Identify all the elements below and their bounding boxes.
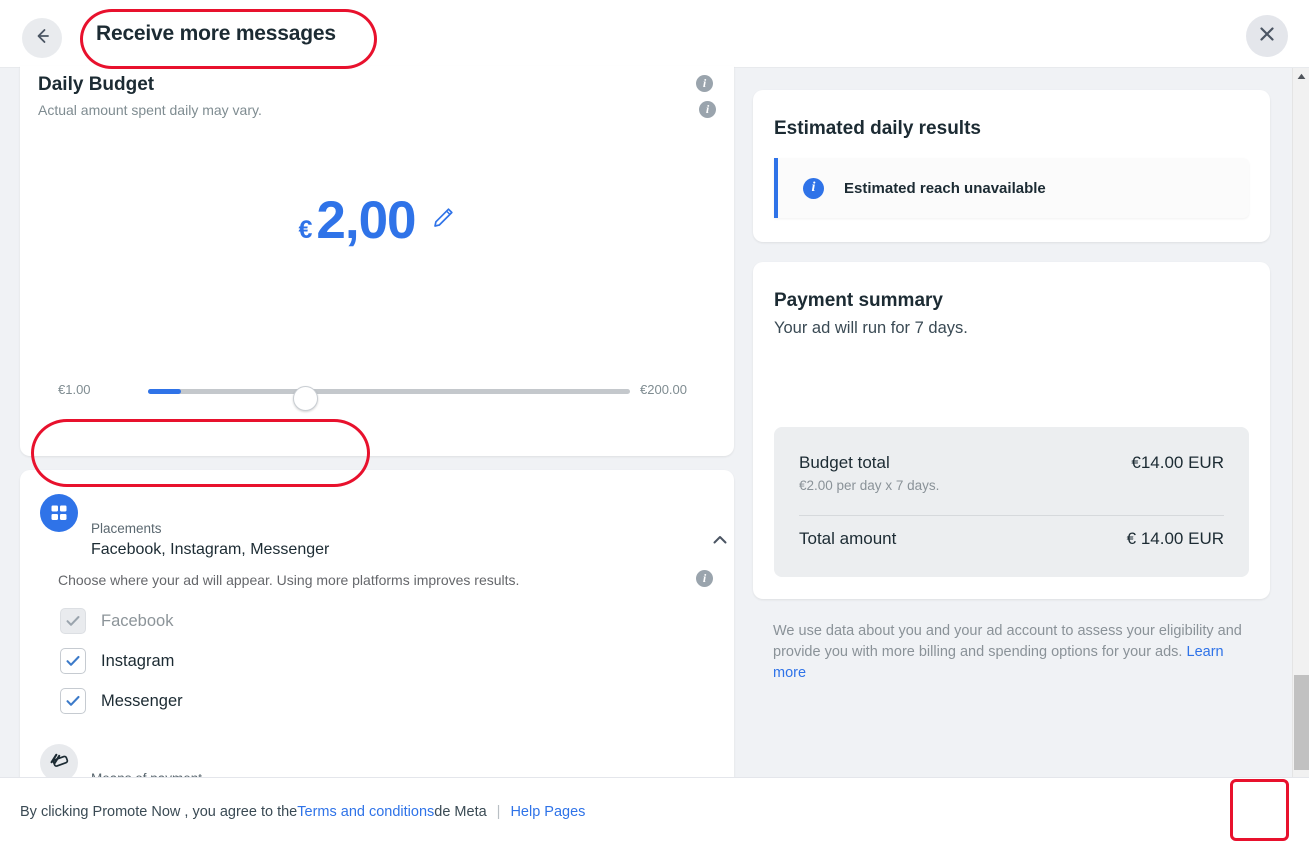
daily-budget-card: Daily Budget Actual amount spent daily m… <box>20 66 734 456</box>
arrow-left-icon <box>32 26 52 51</box>
checkbox-checked-icon[interactable] <box>60 648 86 674</box>
vertical-scrollbar[interactable] <box>1292 68 1309 777</box>
dialog-body: Daily Budget Actual amount spent daily m… <box>0 66 1309 820</box>
slider-fill <box>148 389 181 394</box>
page-title: Receive more messages <box>96 22 336 45</box>
estimated-results-title: Estimated daily results <box>774 118 981 139</box>
help-pages-link[interactable]: Help Pages <box>510 804 585 820</box>
payment-summary-row: Total amount € 14.00 EUR <box>799 529 1224 549</box>
payment-summary-box: Budget total €14.00 EUR €2.00 per day x … <box>774 427 1249 577</box>
info-icon[interactable]: i <box>696 570 713 587</box>
grid-icon <box>40 494 78 532</box>
placement-option-label: Facebook <box>101 611 174 630</box>
pencil-icon[interactable] <box>430 205 456 236</box>
dialog-header: Receive more messages <box>0 0 1309 68</box>
placement-option-instagram[interactable]: Instagram <box>60 648 174 674</box>
placement-option-messenger[interactable]: Messenger <box>60 688 183 714</box>
info-icon[interactable]: i <box>696 75 713 92</box>
chevron-up-icon[interactable] <box>710 530 730 555</box>
placement-option-label: Messenger <box>101 691 183 710</box>
currency-symbol: € <box>298 216 313 244</box>
placement-option-facebook[interactable]: Facebook <box>60 608 173 634</box>
placements-header-row[interactable]: Placements Facebook, Instagram, Messenge… <box>20 488 734 558</box>
payment-summary-subtitle: Your ad will run for 7 days. <box>774 319 968 337</box>
budget-slider-row: €1.00 €200.00 <box>20 378 734 411</box>
close-button[interactable] <box>1246 15 1288 57</box>
placements-description: Choose where your ad will appear. Using … <box>58 572 520 588</box>
payment-summary-title: Payment summary <box>774 290 943 311</box>
estimated-reach-banner: i Estimated reach unavailable <box>774 158 1249 218</box>
daily-budget-title: Daily Budget <box>38 74 155 95</box>
info-icon[interactable]: i <box>699 101 716 118</box>
budget-total-label: Budget total <box>799 453 890 472</box>
info-icon: i <box>803 177 824 199</box>
slider-thumb[interactable] <box>293 386 318 411</box>
disclaimer-text: We use data about you and your ad accoun… <box>773 623 1242 661</box>
placements-label: Placements <box>91 521 162 536</box>
back-button[interactable] <box>22 18 62 58</box>
budget-slider[interactable] <box>148 386 630 411</box>
placement-option-label: Instagram <box>101 651 175 670</box>
budget-amount-display: € 2,00 <box>20 194 734 247</box>
total-amount-label: Total amount <box>799 529 897 548</box>
terms-middle: de Meta <box>434 804 487 820</box>
budget-amount-value: 2,00 <box>316 191 416 250</box>
placements-value: Facebook, Instagram, Messenger <box>91 541 330 558</box>
budget-total-sublabel: €2.00 per day x 7 days. <box>799 478 940 493</box>
terms-and-conditions-link[interactable]: Terms and conditions <box>297 804 434 820</box>
slider-min-label: €1.00 <box>58 382 91 397</box>
payment-summary-row: Budget total €14.00 EUR <box>799 453 1224 473</box>
estimated-reach-text: Estimated reach unavailable <box>844 179 1046 197</box>
caret-up-icon[interactable] <box>1293 68 1309 85</box>
checkbox-checked-icon[interactable] <box>60 688 86 714</box>
daily-budget-subtitle: Actual amount spent daily may vary. <box>38 102 262 118</box>
data-usage-disclaimer: We use data about you and your ad accoun… <box>773 621 1248 684</box>
budget-total-amount: €14.00 EUR <box>1131 453 1224 472</box>
close-icon <box>1257 24 1277 49</box>
checkbox-checked-disabled-icon[interactable] <box>60 608 86 634</box>
scrollbar-thumb[interactable] <box>1294 675 1309 770</box>
terms-prefix: By clicking Promote Now , you agree to t… <box>20 804 298 820</box>
slider-max-label: €200.00 <box>640 382 687 397</box>
placements-card: Placements Facebook, Instagram, Messenge… <box>20 470 734 820</box>
footer-separator: | <box>496 804 501 820</box>
total-amount-value: € 14.00 EUR <box>1126 529 1224 548</box>
dialog-footer: By clicking Promote Now , you agree to t… <box>0 777 1309 849</box>
divider <box>799 515 1224 516</box>
payment-summary-card: Payment summary Your ad will run for 7 d… <box>753 262 1270 599</box>
estimated-results-card: Estimated daily results i Estimated reac… <box>753 90 1270 242</box>
terms-notice: By clicking Promote Now , you agree to t… <box>20 804 585 820</box>
promote-ad-dialog: Receive more messages Daily Budget Actua… <box>0 0 1309 849</box>
